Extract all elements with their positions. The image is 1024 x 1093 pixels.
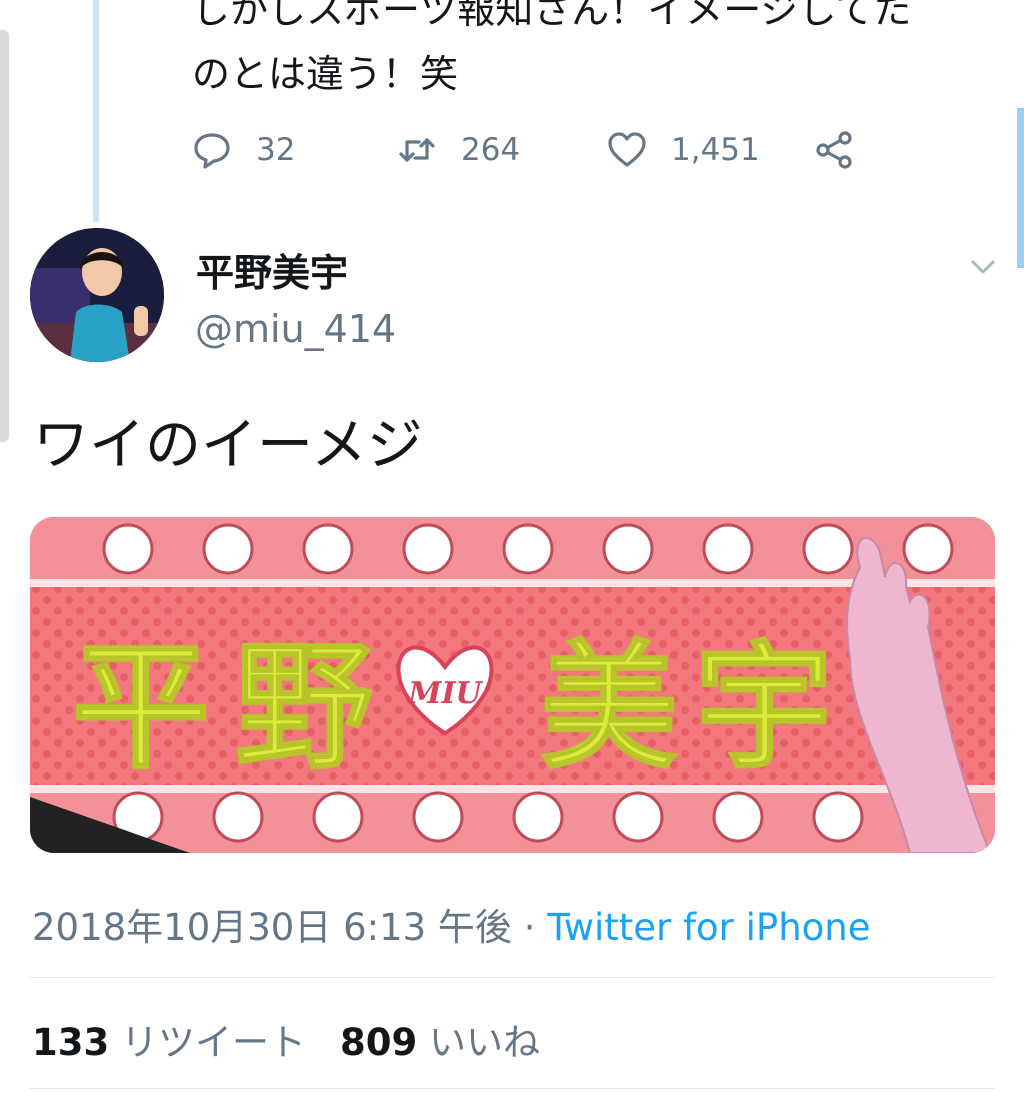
banner-char-1: 平 [72,627,210,788]
engagement-stats: 133 リツイート 809 いいね [32,1012,540,1066]
reply-button[interactable]: 32 [192,126,295,174]
banner-heart-label: MIU [407,676,483,711]
reply-count: 32 [256,132,296,168]
like-count: 1,451 [671,132,760,168]
tweet-text: ワイのイーメジ [33,413,423,478]
retweet-count: 264 [461,132,521,168]
share-button[interactable] [814,126,878,174]
scroll-edge-left [0,30,9,442]
user-handle[interactable]: @miu_414 [195,307,396,351]
chevron-down-icon[interactable] [968,252,998,282]
share-icon [816,131,852,169]
divider [30,977,994,978]
retweet-button[interactable]: 264 [397,126,520,174]
previous-tweet-action-bar: 32 264 1,451 [192,126,892,174]
retweets-stat[interactable]: 133 リツイート [32,1021,306,1064]
retweet-total: 133 [32,1021,110,1064]
timestamp-text: 2018年10月30日 6:13 午後 · [32,906,548,949]
reply-icon [194,133,230,169]
scrollbar[interactable] [1017,108,1024,268]
source-link[interactable]: Twitter for iPhone [547,906,870,949]
tweet-image[interactable]: MIU 平 野 美 宇 [30,517,995,853]
divider [30,1088,994,1089]
banner-char-3: 美 [540,627,678,788]
avatar-photo [30,228,164,362]
banner-char-4: 宇 [695,627,833,788]
tweet-timestamp: 2018年10月30日 6:13 午後 · Twitter for iPhone [32,897,871,951]
like-button[interactable]: 1,451 [607,126,760,174]
retweet-icon [399,138,435,162]
retweet-stat-label: リツイート [109,1021,306,1064]
previous-tweet-line-1: しかしスポーツ報知さん！イメージしてた [192,0,912,32]
display-name[interactable]: 平野美宇 [196,242,348,297]
banner-image: MIU 平 野 美 宇 [30,517,995,853]
like-total: 809 [340,1021,418,1064]
avatar[interactable] [30,228,164,362]
like-icon [608,132,646,167]
thread-connector-line [93,0,99,222]
previous-tweet-line-2: のとは違う！笑 [192,52,459,96]
previous-tweet-text: しかしスポーツ報知さん！イメージしてた のとは違う！笑 [192,0,992,106]
likes-stat[interactable]: 809 いいね [340,1021,540,1064]
banner-char-2: 野 [235,627,373,788]
like-stat-label: いいね [417,1021,540,1064]
